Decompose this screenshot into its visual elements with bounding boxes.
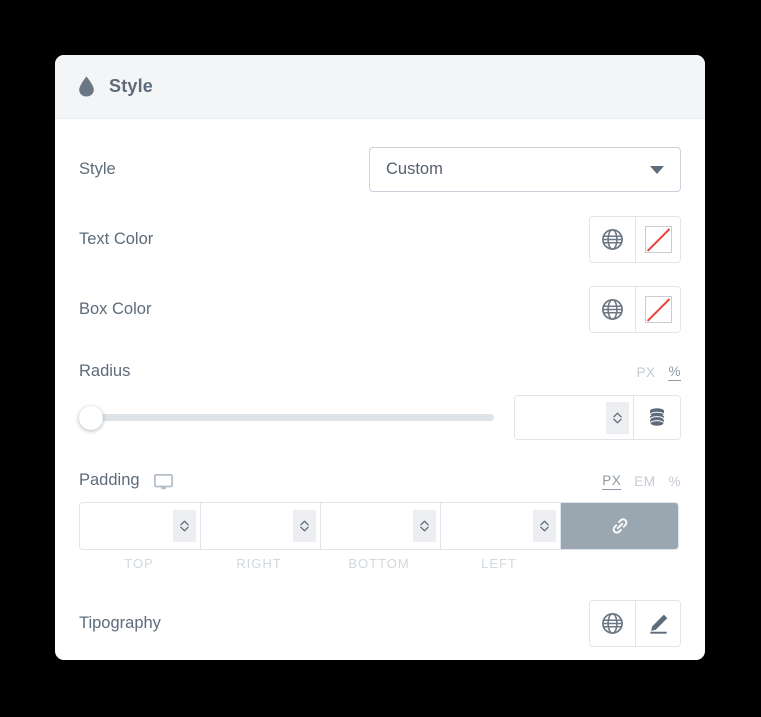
radius-database-button[interactable] (632, 396, 680, 439)
radius-unit-toggle: PX % (636, 364, 681, 381)
style-row: Style Custom (79, 145, 681, 193)
text-color-row: Text Color (79, 215, 681, 263)
radius-label: Radius (79, 362, 131, 380)
chevron-down-icon (420, 526, 429, 532)
tipography-buttons (589, 599, 681, 647)
globe-icon (602, 612, 623, 634)
box-color-swatch-button[interactable] (635, 286, 680, 332)
radius-controls (79, 395, 681, 440)
style-panel: Style Style Custom Text Color Box Color … (55, 55, 705, 660)
database-icon (649, 407, 665, 427)
padding-top-stepper[interactable] (173, 510, 196, 542)
box-color-buttons (589, 285, 681, 333)
water-drop-icon (79, 76, 94, 97)
box-color-row: Box Color (79, 285, 681, 333)
tipography-edit-button[interactable] (635, 600, 680, 646)
radius-number-group (513, 395, 681, 440)
no-color-swatch (644, 295, 672, 323)
radius-stepper[interactable] (605, 401, 629, 434)
text-color-global-button[interactable] (590, 216, 635, 262)
padding-field-labels: TOP RIGHT BOTTOM LEFT (79, 556, 679, 571)
padding-left-input[interactable] (440, 503, 560, 549)
panel-title: Style (109, 76, 154, 96)
style-label: Style (79, 159, 116, 178)
padding-right-input[interactable] (200, 503, 320, 549)
panel-body: Style Custom Text Color Box Color Radius… (55, 145, 705, 647)
no-color-swatch (644, 225, 672, 253)
globe-icon (602, 298, 623, 320)
desktop-monitor-icon[interactable] (153, 474, 173, 490)
radius-slider-handle[interactable] (79, 405, 103, 430)
padding-left-stepper[interactable] (533, 510, 556, 542)
padding-row: Padding PX EM % (79, 466, 681, 490)
padding-unit-px[interactable]: PX (602, 473, 622, 490)
chevron-down-icon (180, 526, 189, 532)
chevron-down-icon (540, 526, 549, 532)
padding-unit-toggle: PX EM % (602, 473, 681, 490)
chevron-down-icon (612, 418, 622, 423)
radius-slider-track (97, 414, 494, 421)
padding-right-label: RIGHT (236, 556, 282, 571)
radius-slider[interactable] (79, 405, 494, 430)
tipography-global-button[interactable] (590, 600, 635, 646)
text-color-buttons (589, 215, 681, 263)
box-color-global-button[interactable] (590, 286, 635, 332)
tipography-row: Tipography (79, 599, 681, 647)
text-color-label: Text Color (79, 229, 154, 248)
padding-top-input[interactable] (80, 503, 200, 549)
link-chain-icon (612, 518, 627, 534)
globe-icon (602, 228, 623, 250)
padding-label: Padding (79, 471, 140, 489)
pencil-edit-icon (649, 614, 667, 634)
padding-inputs (79, 502, 679, 550)
style-select[interactable]: Custom (369, 146, 681, 192)
radius-input[interactable] (514, 396, 633, 439)
padding-top-label: TOP (124, 556, 154, 571)
padding-link-button[interactable] (560, 503, 678, 549)
padding-bottom-input[interactable] (320, 503, 440, 549)
padding-left-label: LEFT (481, 556, 517, 571)
padding-unit-percent[interactable]: % (668, 474, 681, 490)
box-color-label: Box Color (79, 299, 152, 318)
padding-unit-em[interactable]: EM (634, 474, 655, 490)
padding-bottom-label: BOTTOM (348, 556, 410, 571)
chevron-down-icon (300, 526, 309, 532)
tipography-label: Tipography (79, 613, 161, 632)
padding-bottom-stepper[interactable] (413, 510, 436, 542)
padding-right-stepper[interactable] (293, 510, 316, 542)
chevron-down-icon (650, 166, 664, 174)
radius-unit-percent[interactable]: % (668, 364, 681, 381)
radius-row: Radius PX % (79, 357, 681, 381)
radius-unit-px[interactable]: PX (636, 365, 655, 381)
panel-header: Style (55, 55, 705, 119)
style-select-value: Custom (386, 159, 443, 178)
text-color-swatch-button[interactable] (635, 216, 680, 262)
